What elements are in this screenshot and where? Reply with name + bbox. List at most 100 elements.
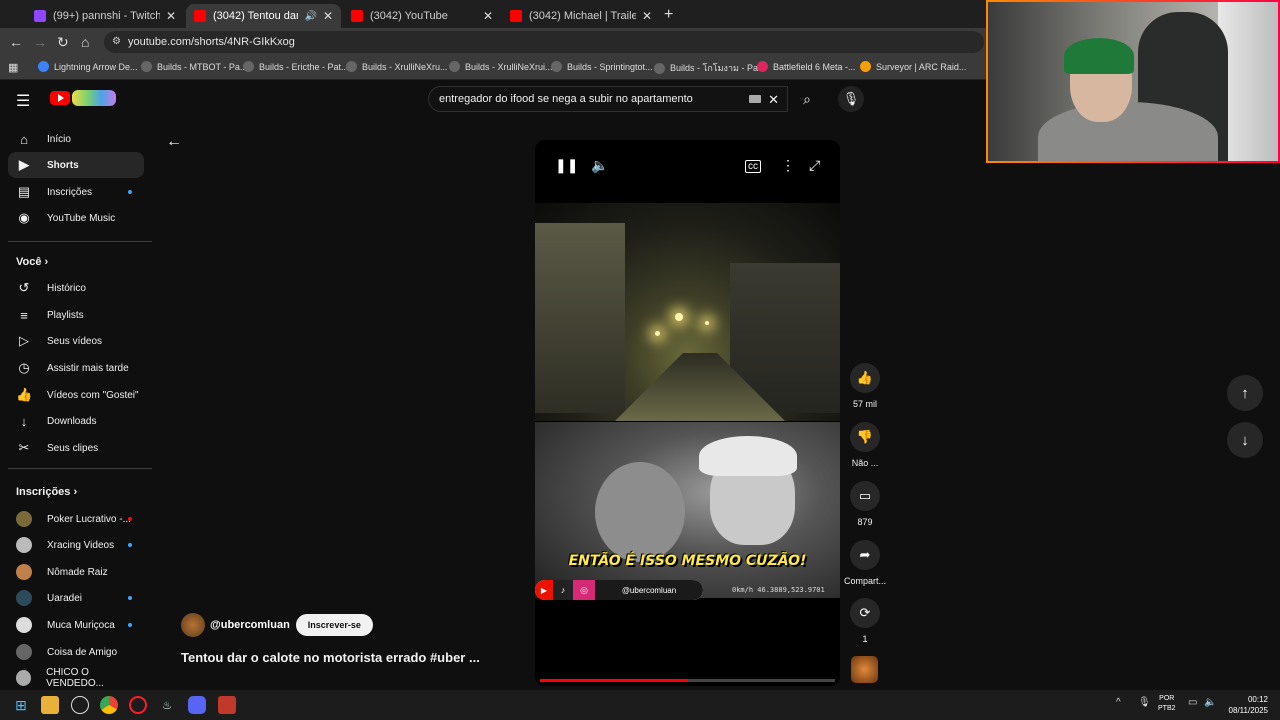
volume-icon[interactable]: 🔈 — [1204, 697, 1216, 708]
steam-icon[interactable]: ♨ — [158, 696, 176, 714]
speaker-icon[interactable]: 🔊 — [304, 11, 316, 22]
sidebar-subscription[interactable]: Nômade Raiz — [8, 559, 144, 585]
remix-button[interactable]: ⟳ — [850, 598, 880, 628]
sidebar-item-music[interactable]: ◉ YouTube Music — [8, 205, 144, 231]
new-tab-icon[interactable]: + — [664, 6, 673, 24]
discord-icon[interactable] — [188, 696, 206, 714]
volume-icon[interactable]: 🔈 — [591, 157, 608, 174]
apps-grid-icon[interactable]: ▦ — [8, 61, 18, 74]
close-tab-icon[interactable]: ✕ — [166, 9, 176, 23]
system-clock[interactable]: 00:12 08/11/2025 — [1224, 694, 1268, 716]
file-explorer-icon[interactable] — [41, 696, 59, 714]
browser-tab[interactable]: (99+) pannshi - Twitch ✕ — [26, 4, 184, 28]
microphone-icon[interactable]: 🎙 — [1138, 697, 1151, 708]
bookmark[interactable]: Surveyor | ARC Raid... — [860, 61, 966, 72]
language-indicator[interactable]: POR PTB2 — [1158, 694, 1176, 714]
sidebar-item-downloads[interactable]: ↓ Downloads — [8, 408, 144, 434]
fullscreen-icon[interactable]: ⤢ — [809, 157, 820, 174]
sidebar-item-your-videos[interactable]: ▷ Seus vídeos — [8, 328, 144, 354]
subscribe-button[interactable]: Inscrever-se — [295, 614, 373, 636]
like-button[interactable]: 👍 — [850, 363, 880, 393]
sidebar-item-watch-later[interactable]: ◷ Assistir mais tarde — [8, 355, 144, 381]
captions-icon[interactable]: cc — [745, 160, 761, 173]
close-tab-icon[interactable]: ✕ — [323, 9, 333, 23]
sidebar-item-shorts[interactable]: ▶ Shorts — [8, 152, 144, 178]
pause-icon[interactable]: ❚❚ — [555, 157, 578, 174]
previous-short-button[interactable]: ↑ — [1227, 375, 1263, 411]
opera-icon[interactable] — [129, 696, 147, 714]
bookmark[interactable]: Builds - โกโมงาม - Pa... — [654, 61, 765, 75]
bookmark[interactable]: Builds - MTBOT - Pa... — [141, 61, 247, 72]
bookmark-icon — [141, 61, 152, 72]
close-tab-icon[interactable]: ✕ — [642, 9, 652, 23]
bookmark[interactable]: Builds - Ericthe - Pat... — [243, 61, 349, 72]
reload-icon[interactable]: ↻ — [57, 34, 69, 51]
new-content-dot — [128, 623, 132, 627]
sidebar-item-history[interactable]: ↺ Histórico — [8, 275, 144, 301]
sidebar-item-playlists[interactable]: ≡ Playlists — [8, 302, 144, 328]
keyboard-icon[interactable] — [749, 95, 761, 103]
sidebar-item-label: Seus vídeos — [47, 335, 103, 347]
browser-tab-active[interactable]: (3042) Tentou dar o calote no 🔊 ✕ — [186, 4, 341, 28]
sound-thumbnail[interactable] — [851, 656, 878, 683]
bookmark[interactable]: Builds - XrulliNeXru... — [346, 61, 448, 72]
back-icon[interactable]: ← — [9, 34, 23, 50]
home-icon: ⌂ — [20, 131, 28, 147]
bookmark[interactable]: Builds - XrulliNeXrui... — [449, 61, 553, 72]
subscriptions-section-heading[interactable]: Inscrições › — [16, 486, 77, 498]
channel-name[interactable]: @ubercomluan — [210, 619, 290, 631]
clear-search-icon[interactable]: ✕ — [768, 92, 779, 108]
like-action[interactable]: 👍 57 mil — [843, 363, 887, 409]
chevron-up-icon[interactable]: ^ — [1116, 697, 1121, 708]
search-input[interactable]: entregador do ifood se nega a subir no a… — [428, 86, 788, 112]
app-icon[interactable] — [71, 696, 89, 714]
forward-icon[interactable]: → — [33, 34, 47, 50]
clips-icon: ✂ — [18, 440, 30, 455]
bookmark[interactable]: Lightning Arrow De... — [38, 61, 138, 72]
sidebar-item-liked-videos[interactable]: 👍 Vídeos com "Gostei" — [8, 382, 144, 408]
comments-button[interactable]: ▭ — [850, 481, 880, 511]
browser-tab[interactable]: (3042) Michael | Trailer Oficial - ✕ — [502, 4, 660, 28]
app-icon[interactable] — [218, 696, 236, 714]
sidebar-subscription[interactable]: Muca Muriçoca — [8, 612, 144, 638]
remix-action[interactable]: ⟳ 1 — [843, 598, 887, 644]
sidebar-subscription[interactable]: Xracing Videos — [8, 532, 144, 558]
home-icon[interactable]: ⌂ — [81, 34, 89, 50]
search-button[interactable]: ⌕ — [788, 86, 826, 112]
dislike-button[interactable]: 👎 — [850, 422, 880, 452]
video-progress-bar[interactable] — [540, 679, 835, 682]
divider — [8, 241, 152, 242]
chrome-icon[interactable] — [100, 696, 118, 714]
you-section-heading[interactable]: Você › — [16, 256, 48, 268]
bookmark[interactable]: Battlefield 6 Meta -... — [757, 61, 856, 72]
dislike-action[interactable]: 👎 Não ... — [843, 422, 887, 468]
close-tab-icon[interactable]: ✕ — [483, 9, 493, 23]
site-info-icon[interactable]: ⚙ — [112, 36, 121, 47]
bookmark-label: Builds - MTBOT - Pa... — [157, 61, 248, 72]
section-title: Inscrições — [16, 486, 71, 498]
video-title[interactable]: Tentou dar o calote no motorista errado … — [181, 650, 481, 665]
sidebar-subscription[interactable]: CHICO O VENDEDO... — [8, 665, 144, 691]
share-button[interactable]: ➦ — [850, 540, 880, 570]
bookmark[interactable]: Builds - Sprintingtot... — [551, 61, 653, 72]
channel-avatar[interactable] — [181, 613, 205, 637]
street-lamp — [655, 331, 660, 336]
browser-tab[interactable]: (3042) YouTube ✕ — [343, 4, 501, 28]
sidebar-subscription[interactable]: Coisa de Amigo — [8, 639, 144, 665]
comment-icon: ▭ — [858, 488, 872, 503]
comments-action[interactable]: ▭ 879 — [843, 481, 887, 527]
url-bar[interactable]: ⚙ youtube.com/shorts/4NR-GIkKxog — [104, 31, 984, 53]
back-arrow-icon[interactable]: ← — [166, 133, 182, 151]
more-options-icon[interactable]: ⋮ — [781, 157, 795, 174]
voice-search-button[interactable]: 🎙 — [838, 86, 864, 112]
sidebar-subscription[interactable]: Uaradei — [8, 585, 144, 611]
network-icon[interactable]: ▭ — [1188, 697, 1197, 708]
street-lamp — [675, 313, 683, 321]
sidebar-item-home[interactable]: ⌂ Início — [8, 126, 144, 152]
share-action[interactable]: ➦ Compart... — [843, 540, 887, 586]
sidebar-item-subscriptions[interactable]: ▤ Inscrições — [8, 179, 144, 205]
sidebar-subscription[interactable]: Poker Lucrativo -... — [8, 506, 144, 532]
sidebar-item-clips[interactable]: ✂ Seus clipes — [8, 435, 144, 461]
next-short-button[interactable]: ↓ — [1227, 422, 1263, 458]
windows-start-icon[interactable]: ⊞ — [12, 696, 30, 714]
